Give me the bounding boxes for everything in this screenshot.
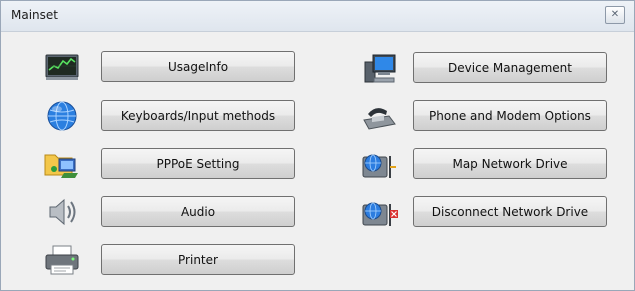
title-bar: Mainset ✕ bbox=[1, 1, 634, 32]
close-button[interactable]: ✕ bbox=[605, 6, 625, 24]
map-network-drive-icon bbox=[359, 148, 399, 182]
audio-button[interactable]: Audio bbox=[101, 196, 295, 227]
disconnect-network-drive-button[interactable]: Disconnect Network Drive bbox=[413, 196, 607, 227]
map-network-drive-button[interactable]: Map Network Drive bbox=[413, 148, 607, 179]
phone-modem-options-button[interactable]: Phone and Modem Options bbox=[413, 100, 607, 131]
device-management-button[interactable]: Device Management bbox=[413, 52, 607, 83]
close-icon: ✕ bbox=[610, 9, 620, 20]
network-folder-icon bbox=[42, 147, 82, 181]
mainset-window: Mainset ✕ UsageInfo Keyboards/Input meth… bbox=[0, 0, 635, 291]
usageinfo-button[interactable]: UsageInfo bbox=[101, 51, 295, 82]
disconnect-network-drive-icon bbox=[359, 196, 399, 230]
printer-button[interactable]: Printer bbox=[101, 244, 295, 275]
computer-icon bbox=[359, 52, 399, 86]
keyboards-input-methods-button[interactable]: Keyboards/Input methods bbox=[101, 100, 295, 131]
printer-icon bbox=[42, 243, 82, 277]
content-area: UsageInfo Keyboards/Input methods PPPoE … bbox=[7, 32, 628, 290]
pppoe-setting-button[interactable]: PPPoE Setting bbox=[101, 148, 295, 179]
globe-icon bbox=[42, 99, 82, 133]
phone-modem-icon bbox=[359, 100, 399, 134]
performance-monitor-icon bbox=[42, 50, 82, 84]
speaker-icon bbox=[42, 195, 82, 229]
window-title: Mainset bbox=[11, 8, 58, 22]
